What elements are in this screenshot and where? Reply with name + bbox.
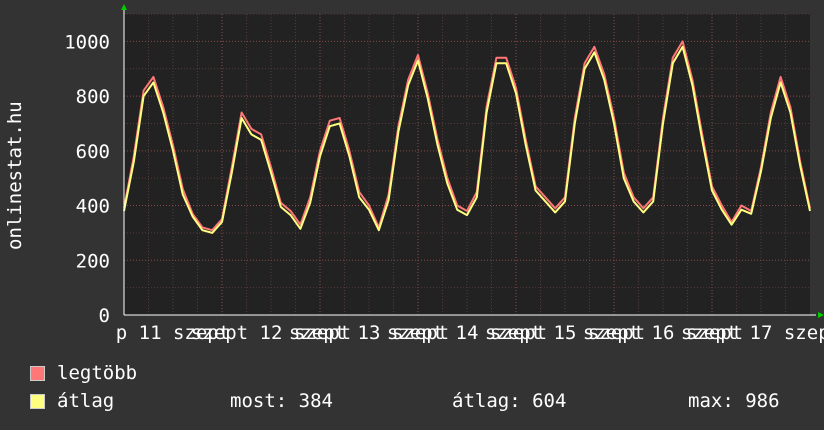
legend-label-legtobb: legtöbb — [57, 362, 138, 384]
y-axis-label: onlinestat.hu — [4, 101, 26, 250]
y-tick-label: 800 — [76, 86, 110, 108]
x-axis-arrow — [818, 312, 824, 318]
stat-current: most: 384 — [230, 390, 333, 412]
y-tick-label: 0 — [99, 305, 110, 327]
y-tick-label: 600 — [76, 141, 110, 163]
y-tick-label: 1000 — [64, 31, 110, 53]
y-tick-label: 400 — [76, 196, 110, 218]
x-tick-label: szept 17 szept — [681, 322, 824, 344]
legend-item-legtobb: legtöbb — [30, 362, 137, 384]
stat-average: átlag: 604 — [452, 390, 567, 412]
legend-label-atlag: átlag — [57, 390, 115, 412]
legend-item-atlag: átlag — [30, 390, 114, 412]
legend-swatch-atlag — [30, 394, 45, 409]
legend-swatch-legtobb — [30, 366, 45, 381]
y-axis-arrow — [121, 4, 127, 10]
stat-max: max: 986 — [688, 390, 780, 412]
y-tick-label: 200 — [76, 250, 110, 272]
